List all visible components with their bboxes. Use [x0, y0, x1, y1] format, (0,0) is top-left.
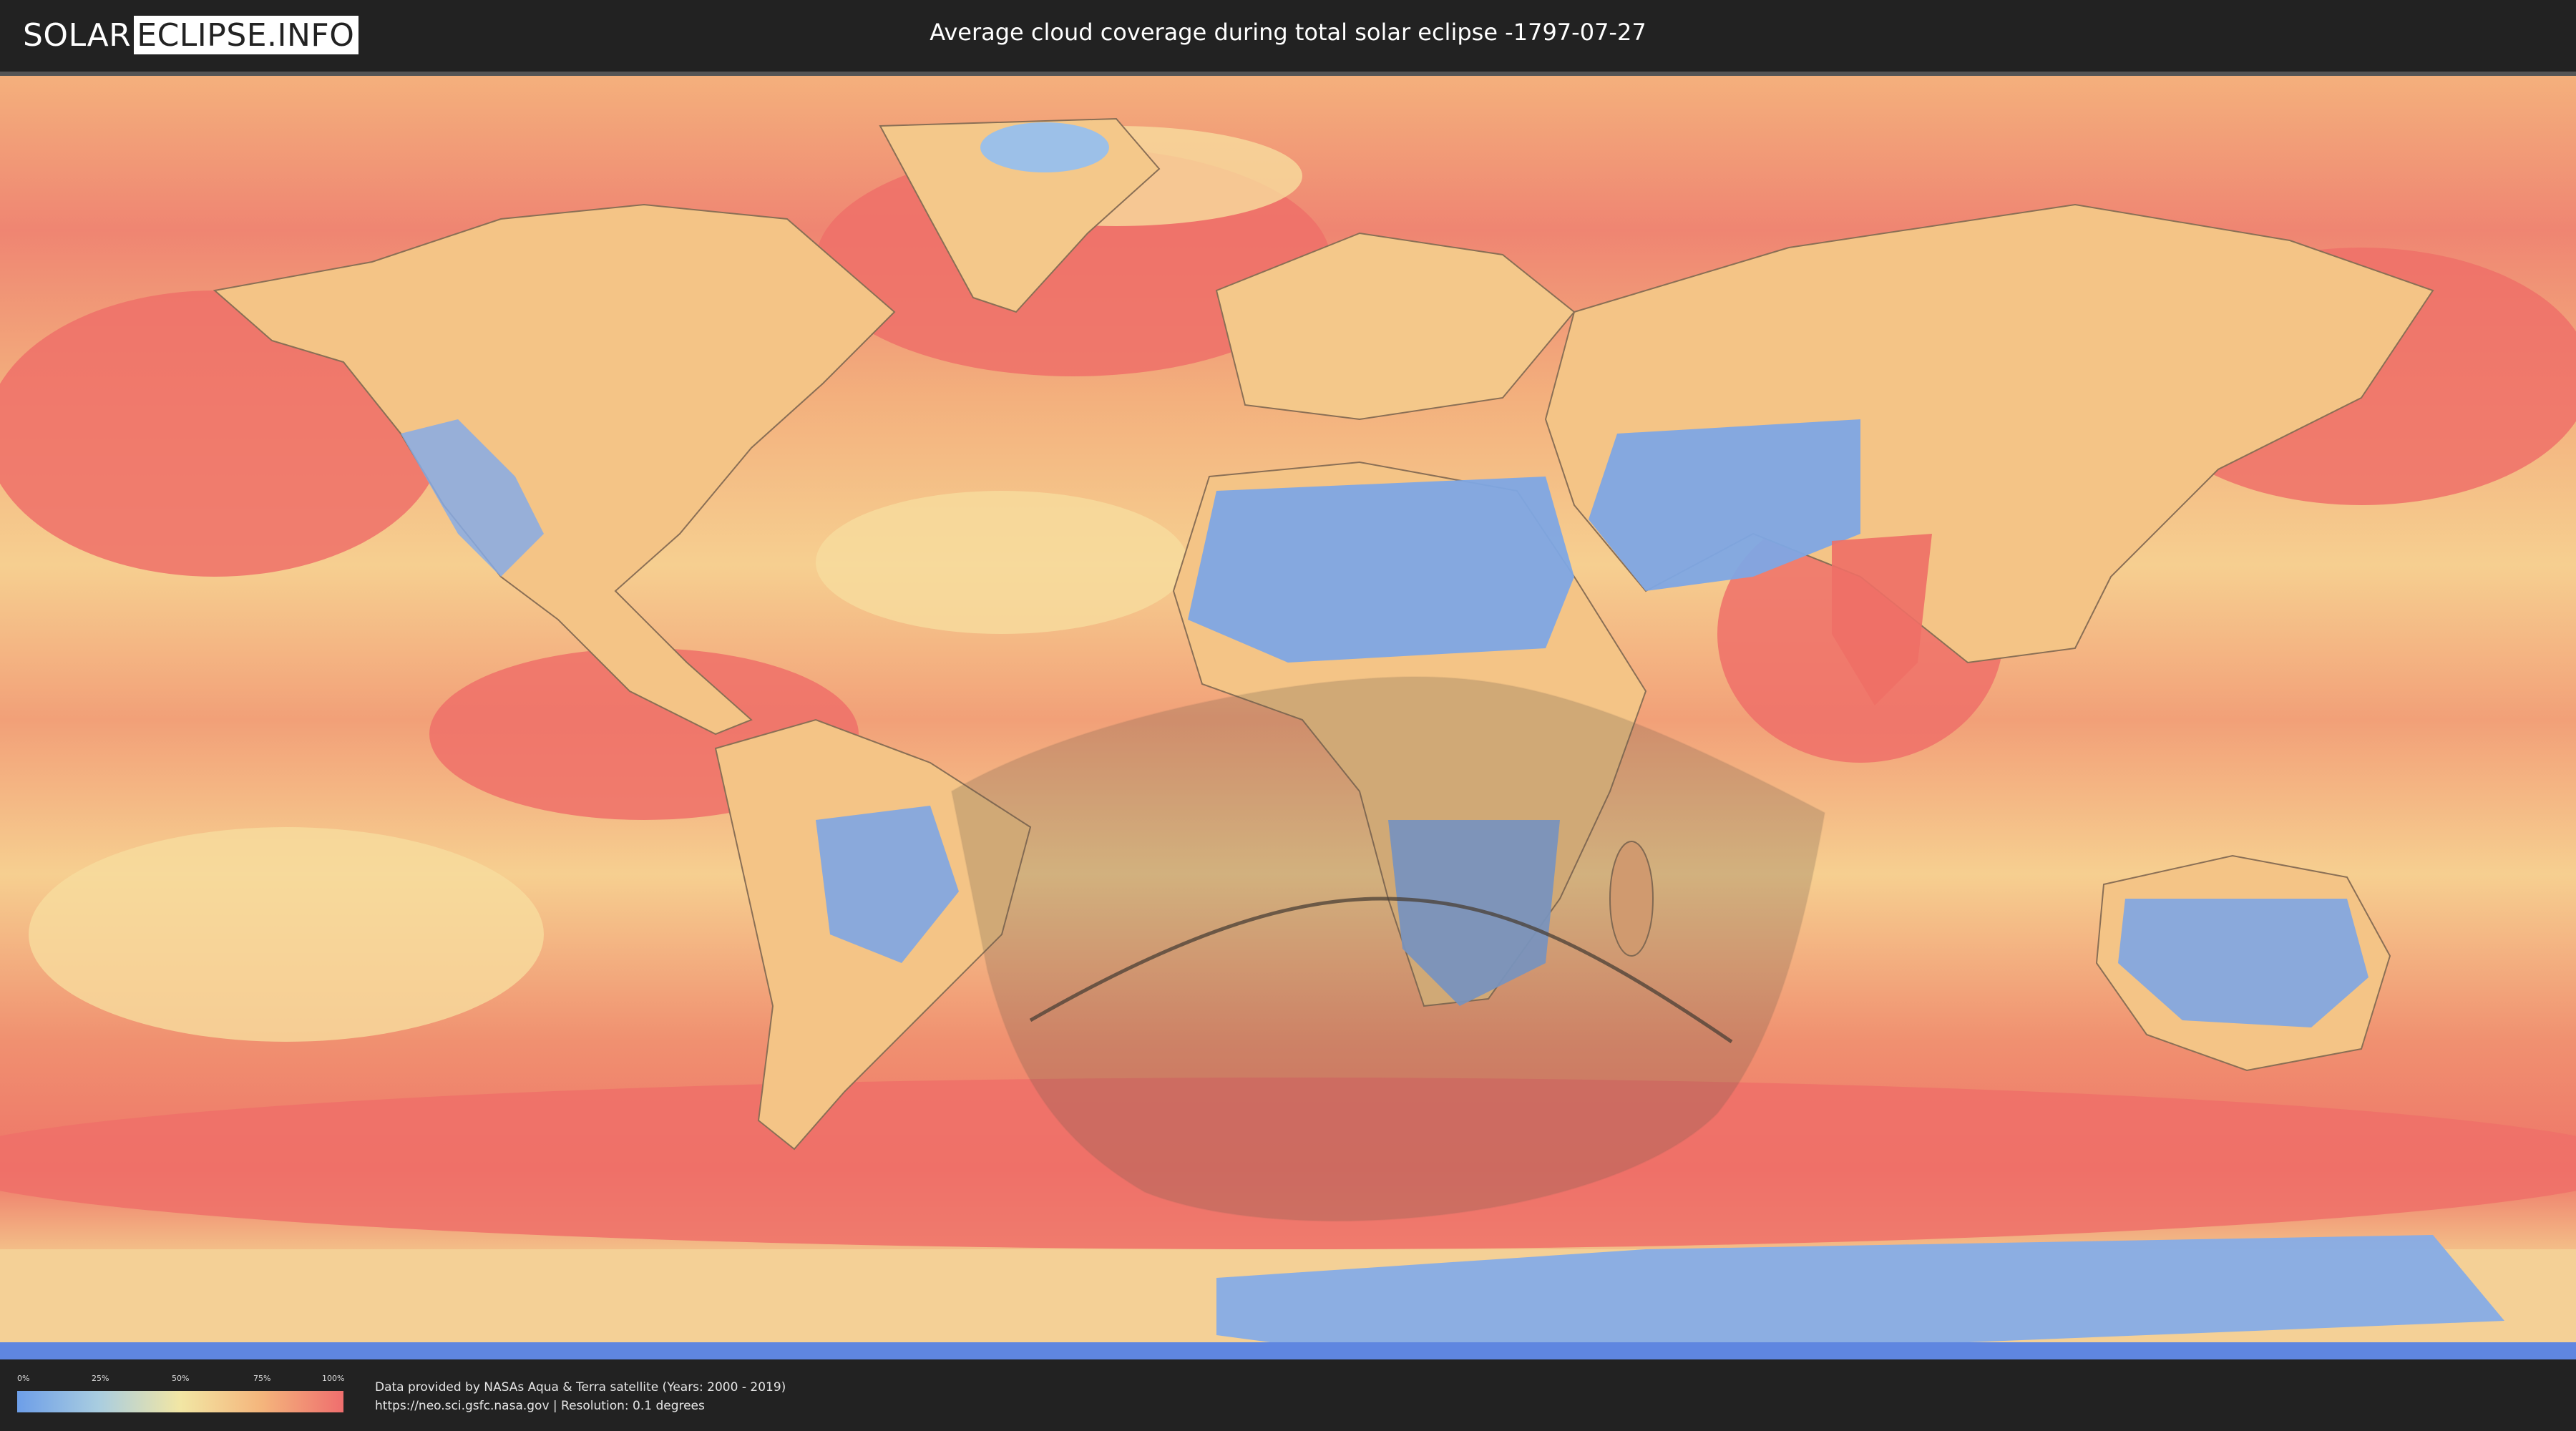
page: SOLAR ECLIPSE.INFO Average cloud coverag… — [0, 0, 2576, 1431]
data-credits: Data provided by NASAs Aqua & Terra sate… — [375, 1378, 786, 1415]
legend-tick-75: 75% — [253, 1374, 271, 1383]
color-legend: 0% 25% 50% 75% 100% — [17, 1374, 345, 1412]
cloud-coverage-map[interactable] — [0, 72, 2576, 1364]
page-title: Average cloud coverage during total sola… — [930, 19, 1646, 46]
header-bar: SOLAR ECLIPSE.INFO Average cloud coverag… — [0, 0, 2576, 70]
legend-gradient-bar — [17, 1391, 343, 1412]
legend-tick-50: 50% — [172, 1374, 190, 1383]
map-svg — [0, 76, 2576, 1364]
legend-tick-labels: 0% 25% 50% 75% 100% — [17, 1374, 345, 1387]
credits-line-source: Data provided by NASAs Aqua & Terra sate… — [375, 1380, 786, 1395]
credits-line-url[interactable]: https://neo.sci.gsfc.nasa.gov | Resoluti… — [375, 1397, 786, 1415]
legend-tick-100: 100% — [322, 1374, 345, 1383]
legend-tick-0: 0% — [17, 1374, 30, 1383]
legend-tick-25: 25% — [92, 1374, 109, 1383]
sahara-clear-area — [1188, 477, 1574, 663]
greenland-clear-patch — [980, 122, 1109, 172]
